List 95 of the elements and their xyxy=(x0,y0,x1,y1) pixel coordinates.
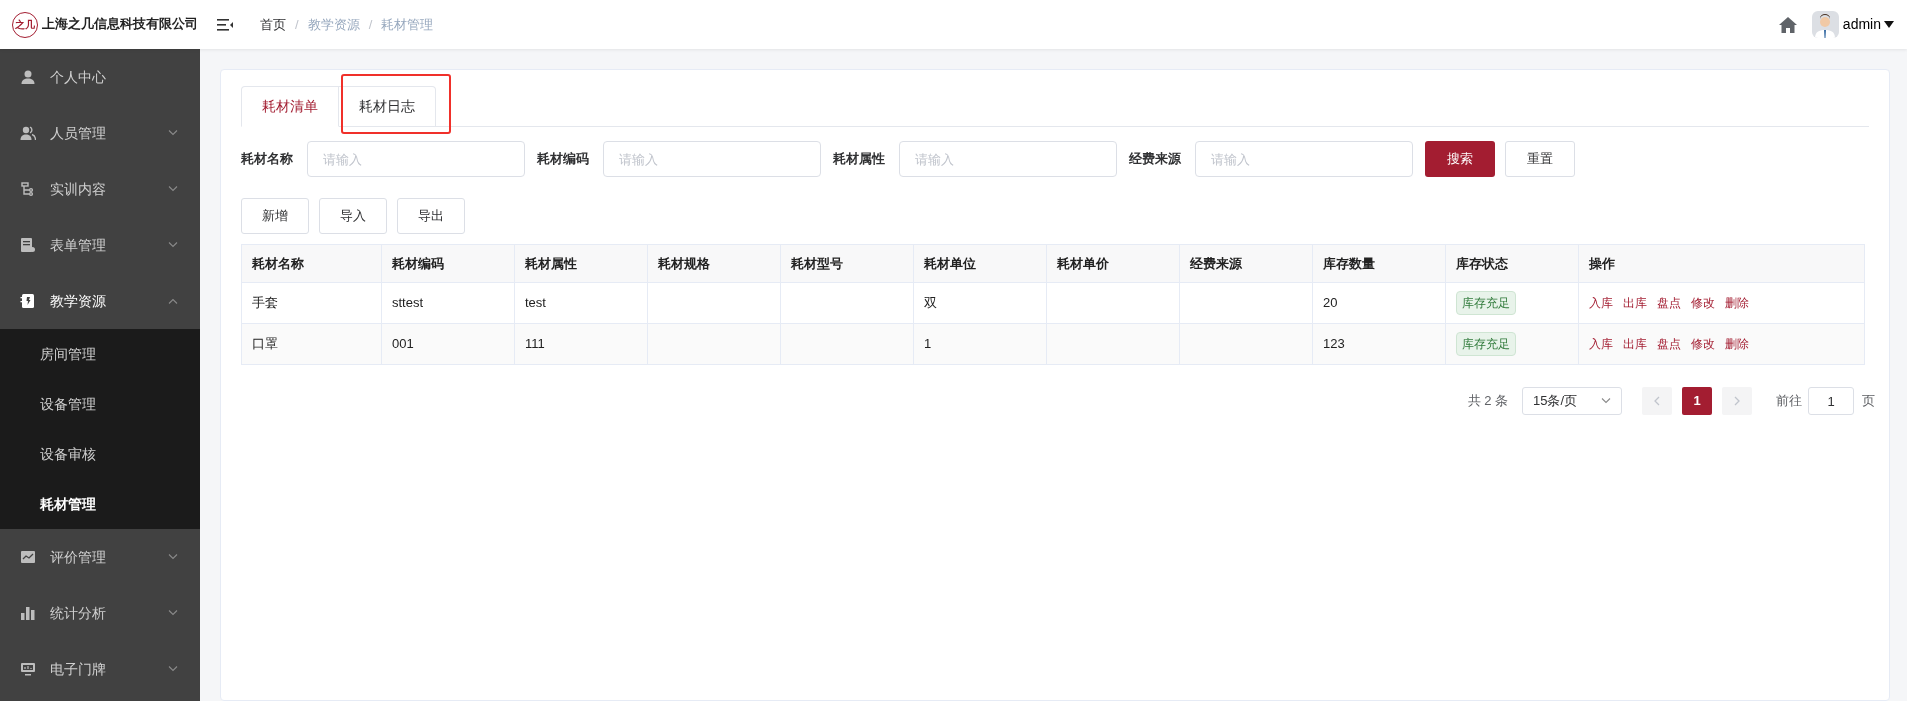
company-name: 上海之几信息科技有限公司 xyxy=(42,16,198,34)
row-action-link[interactable]: 出库 xyxy=(1623,335,1647,353)
username[interactable]: admin xyxy=(1842,14,1881,35)
row-action-link[interactable]: 入库 xyxy=(1589,335,1613,353)
column-header: 耗材规格 xyxy=(647,244,781,283)
search-button[interactable]: 搜索 xyxy=(1425,141,1495,177)
page-suffix: 页 xyxy=(1862,392,1875,411)
table-cell: 001 xyxy=(381,323,515,365)
breadcrumb-item: 教学资源 xyxy=(307,15,360,34)
row-action-link[interactable]: 入库 xyxy=(1589,294,1613,312)
column-header: 库存数量 xyxy=(1312,244,1446,283)
chevron-right-icon xyxy=(1734,396,1740,406)
filter-field[interactable]: 请输入 xyxy=(899,141,1117,177)
bars-icon xyxy=(20,605,36,621)
submenu-item[interactable]: 设备审核 xyxy=(0,429,200,479)
column-header: 耗材属性 xyxy=(514,244,648,283)
filter-label: 耗材属性 xyxy=(833,150,885,169)
tab[interactable]: 耗材日志 xyxy=(339,86,436,127)
submenu-item[interactable]: 耗材管理 xyxy=(0,479,200,529)
action-button[interactable]: 导出 xyxy=(397,198,465,234)
chevron-down-icon xyxy=(168,610,178,616)
row-action-link[interactable]: 删除 xyxy=(1725,335,1749,353)
filter-label: 耗材名称 xyxy=(241,150,293,169)
action-button[interactable]: 导入 xyxy=(319,198,387,234)
monitor-icon xyxy=(20,661,36,677)
chevron-down-icon xyxy=(168,554,178,560)
menu-toggle-icon[interactable] xyxy=(217,17,233,32)
status-tag: 库存充足 xyxy=(1456,291,1516,315)
row-action-link[interactable]: 修改 xyxy=(1691,294,1715,312)
total-count: 共 2 条 xyxy=(1467,392,1508,411)
filter-field[interactable]: 请输入 xyxy=(307,141,525,177)
filter-field[interactable]: 请输入 xyxy=(1195,141,1413,177)
column-header: 耗材编码 xyxy=(381,244,515,283)
home-icon[interactable] xyxy=(1778,16,1797,33)
form-icon xyxy=(20,237,36,253)
column-header: 耗材单位 xyxy=(913,244,1047,283)
table-cell: 111 xyxy=(514,323,648,365)
chevron-up-icon xyxy=(168,298,178,304)
table-cell: 20 xyxy=(1312,282,1446,324)
user-icon xyxy=(20,69,36,85)
filter-label: 耗材编码 xyxy=(537,150,589,169)
filter-field[interactable]: 请输入 xyxy=(603,141,821,177)
goto-label: 前往 xyxy=(1776,392,1802,411)
page-button[interactable]: 1 xyxy=(1682,387,1712,415)
row-action-link[interactable]: 盘点 xyxy=(1657,294,1681,312)
chevron-down-icon xyxy=(1601,398,1611,404)
menu-item[interactable]: 教学资源 xyxy=(0,273,200,329)
column-header: 耗材型号 xyxy=(780,244,914,283)
menu-item[interactable]: 人员管理 xyxy=(0,105,200,161)
avatar[interactable] xyxy=(1811,11,1839,38)
filter-label: 经费来源 xyxy=(1129,150,1181,169)
row-action-link[interactable]: 盘点 xyxy=(1657,335,1681,353)
column-header: 操作 xyxy=(1578,244,1865,283)
reset-button[interactable]: 重置 xyxy=(1505,141,1575,177)
breadcrumb-item: 耗材管理 xyxy=(381,15,434,34)
breadcrumb-separator: / xyxy=(368,15,373,34)
chevron-down-icon xyxy=(168,186,178,192)
menu-item[interactable]: 实训内容 xyxy=(0,161,200,217)
book-icon xyxy=(20,293,36,309)
page-size-select[interactable]: 15条/页 xyxy=(1522,387,1622,415)
menu-item[interactable]: 统计分析 xyxy=(0,585,200,641)
status-tag: 库存充足 xyxy=(1456,332,1516,356)
chevron-down-icon xyxy=(168,242,178,248)
column-header: 库存状态 xyxy=(1445,244,1579,283)
submenu-item[interactable]: 设备管理 xyxy=(0,379,200,429)
column-header: 耗材单价 xyxy=(1046,244,1180,283)
tree-icon xyxy=(20,181,36,197)
table-cell: 手套 xyxy=(241,282,382,324)
submenu-item[interactable]: 房间管理 xyxy=(0,329,200,379)
menu-item[interactable]: 电子门牌 xyxy=(0,641,200,697)
menu-item[interactable]: 表单管理 xyxy=(0,217,200,273)
users-icon xyxy=(20,125,36,141)
table-cell: 123 xyxy=(1312,323,1446,365)
chart-icon xyxy=(20,549,36,565)
action-button[interactable]: 新增 xyxy=(241,198,309,234)
row-action-link[interactable]: 删除 xyxy=(1725,294,1749,312)
page-number-field[interactable]: 1 xyxy=(1808,387,1854,415)
breadcrumb-item[interactable]: 首页 xyxy=(260,14,286,35)
breadcrumb-separator: / xyxy=(295,15,299,34)
chevron-down-icon xyxy=(168,666,178,672)
table-cell: 双 xyxy=(913,282,1047,324)
row-action-link[interactable]: 出库 xyxy=(1623,294,1647,312)
table-cell: test xyxy=(514,282,648,324)
column-header: 经费来源 xyxy=(1179,244,1313,283)
chevron-left-icon xyxy=(1654,396,1660,406)
chevron-down-icon xyxy=(168,130,178,136)
table-cell: 1 xyxy=(913,323,1047,365)
column-header: 耗材名称 xyxy=(241,244,382,283)
table-cell: sttest xyxy=(381,282,515,324)
tab[interactable]: 耗材清单 xyxy=(241,86,339,127)
caret-down-icon[interactable] xyxy=(1884,21,1894,28)
table-cell: 口罩 xyxy=(241,323,382,365)
row-action-link[interactable]: 修改 xyxy=(1691,335,1715,353)
menu-item[interactable]: 个人中心 xyxy=(0,49,200,105)
menu-item[interactable]: 评价管理 xyxy=(0,529,200,585)
